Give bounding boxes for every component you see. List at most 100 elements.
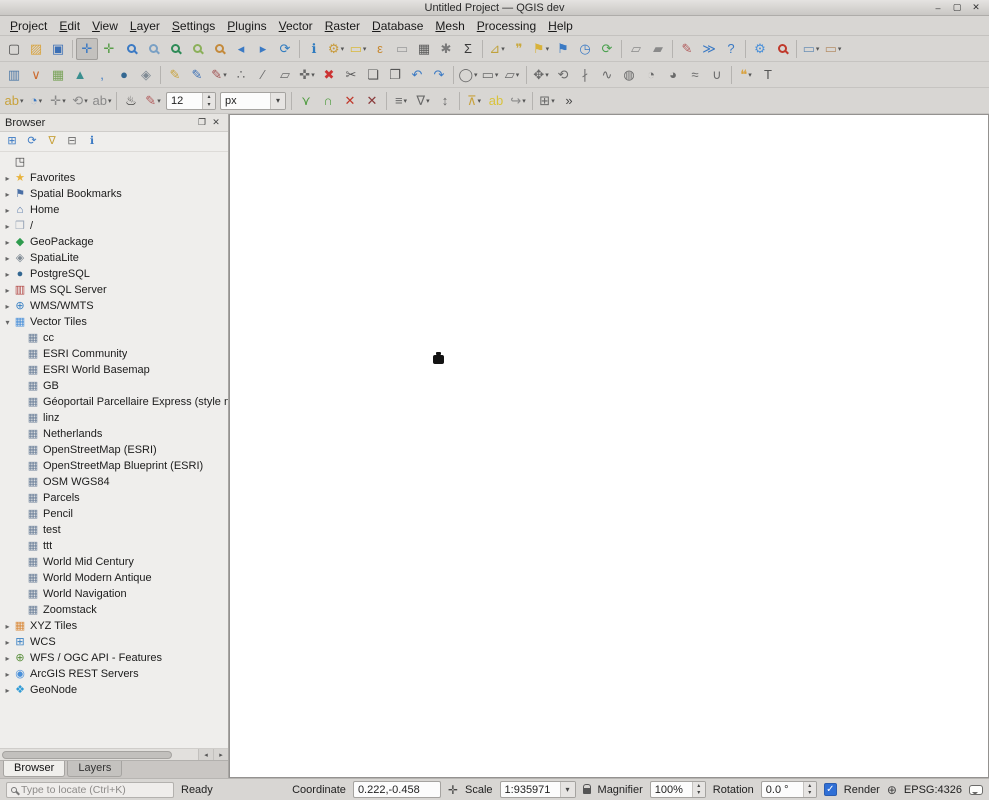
tree-item-vt-test[interactable]: ▦test xyxy=(0,522,228,538)
select-by-location-button[interactable]: ▭▾ xyxy=(800,38,822,60)
coordinate-label[interactable]: Coordinate xyxy=(292,784,346,796)
expand-arrow-icon[interactable]: ▸ xyxy=(2,238,13,247)
pan-to-selection-button[interactable]: ✛ xyxy=(98,38,120,60)
zoom-out-button[interactable] xyxy=(142,38,164,60)
collapse-arrow-icon[interactable]: ▾ xyxy=(2,318,13,327)
highlight-pinned-labels-button[interactable]: ab xyxy=(485,90,507,112)
layer-diagram-button[interactable]: ◔▾ xyxy=(25,90,47,112)
save-project-button[interactable]: ▣ xyxy=(47,38,69,60)
tree-item-home[interactable]: ▸⌂Home xyxy=(0,202,228,218)
delete-selected-button[interactable]: ✖ xyxy=(318,64,340,86)
add-spatialite-layer-button[interactable]: ◈ xyxy=(135,64,157,86)
vertex-tool-button[interactable]: ✜▾ xyxy=(296,64,318,86)
tab-browser[interactable]: Browser xyxy=(3,761,65,777)
move-feature-button[interactable]: ✥▾ xyxy=(530,64,552,86)
scroll-left-button[interactable]: ◂ xyxy=(198,749,213,760)
measure-button[interactable]: ⊿▾ xyxy=(486,38,508,60)
select-by-value-button[interactable]: ▭▾ xyxy=(822,38,844,60)
expand-arrow-icon[interactable]: ▸ xyxy=(2,206,13,215)
scale-combo[interactable]: 1:935971 ▾ xyxy=(500,781,576,798)
field-calculator-button[interactable]: ✱ xyxy=(435,38,457,60)
tree-item-root-folder[interactable]: ▸❒/ xyxy=(0,218,228,234)
add-delimited-text-layer-button[interactable]: , xyxy=(91,64,113,86)
layer-order-button[interactable]: ↕ xyxy=(434,90,456,112)
expand-arrow-icon[interactable]: ▸ xyxy=(2,286,13,295)
messages-icon[interactable] xyxy=(969,785,983,795)
zoom-to-selection-button[interactable] xyxy=(186,38,208,60)
circle-tool-button[interactable]: ◯▾ xyxy=(457,64,479,86)
tree-item-vt-world-mid-century[interactable]: ▦World Mid Century xyxy=(0,554,228,570)
zoom-next-button[interactable]: ▸ xyxy=(252,38,274,60)
float-panel-button[interactable]: ❐ xyxy=(195,116,209,130)
processing-toolbox-button[interactable]: ⚙ xyxy=(749,38,771,60)
current-edits-button[interactable]: ✎▾ xyxy=(208,64,230,86)
style-manager-button[interactable]: ✎ xyxy=(676,38,698,60)
text-format-button[interactable]: ✎▾ xyxy=(142,90,164,112)
expand-arrow-icon[interactable]: ▸ xyxy=(2,302,13,311)
rotation-spinbox[interactable]: 0.0 ° ▴▾ xyxy=(761,781,817,798)
rotate-label-button[interactable]: ⟲▾ xyxy=(69,90,91,112)
stepper-down-icon[interactable]: ▾ xyxy=(693,790,705,798)
add-vector-layer-button[interactable]: ∨ xyxy=(25,64,47,86)
tree-item-vt-osm-wgs84[interactable]: ▦OSM WGS84 xyxy=(0,474,228,490)
map-theme-button[interactable]: ≡▾ xyxy=(390,90,412,112)
expand-arrow-icon[interactable]: ▸ xyxy=(2,254,13,263)
mouse-position-icon[interactable]: ✛ xyxy=(448,784,458,796)
add-raster-layer-button[interactable]: ▦ xyxy=(47,64,69,86)
tracing-tool-button[interactable]: ⋎ xyxy=(295,90,317,112)
stepper-up-icon[interactable]: ▴ xyxy=(693,782,705,790)
expand-arrow-icon[interactable]: ▸ xyxy=(2,174,13,183)
regular-polygon-tool-button[interactable]: ▱▾ xyxy=(501,64,523,86)
filter-browser-button[interactable]: ∇ xyxy=(43,133,61,151)
new-bookmark-button[interactable]: ⚑▾ xyxy=(530,38,552,60)
tree-item-vt-gb[interactable]: ▦GB xyxy=(0,378,228,394)
annotation-tool-button[interactable]: ❝▾ xyxy=(735,64,757,86)
stepper-up-icon[interactable]: ▴ xyxy=(203,93,215,101)
add-polygon-feature-button[interactable]: ▱ xyxy=(274,64,296,86)
tree-item-spatial-bookmarks[interactable]: ▸⚑Spatial Bookmarks xyxy=(0,186,228,202)
tree-item-vt-openstreetmap-blueprint-esri[interactable]: ▦OpenStreetMap Blueprint (ESRI) xyxy=(0,458,228,474)
python-console-button[interactable]: ≫ xyxy=(698,38,720,60)
add-point-feature-button[interactable]: ∴ xyxy=(230,64,252,86)
reshape-features-button[interactable]: ∿ xyxy=(596,64,618,86)
font-units-combo[interactable]: px▾ xyxy=(220,92,286,110)
pan-map-button[interactable]: ✛ xyxy=(76,38,98,60)
expand-arrow-icon[interactable]: ▸ xyxy=(2,270,13,279)
rotate-feature-button[interactable]: ⟲ xyxy=(552,64,574,86)
tree-item-wcs[interactable]: ▸⊞WCS xyxy=(0,634,228,650)
tree-item-postgresql[interactable]: ▸●PostgreSQL xyxy=(0,266,228,282)
statistical-summary-button[interactable]: Σ xyxy=(457,38,479,60)
crs-value[interactable]: EPSG:4326 xyxy=(904,784,962,796)
expand-arrow-icon[interactable]: ▸ xyxy=(2,670,13,679)
cut-features-button[interactable]: ✂ xyxy=(340,64,362,86)
menu-database[interactable]: Database xyxy=(366,17,429,35)
refresh-map-button[interactable]: ⟳ xyxy=(274,38,296,60)
filter-legend-button[interactable]: ∇▾ xyxy=(412,90,434,112)
tree-item-vt-ttt[interactable]: ▦ttt xyxy=(0,538,228,554)
tree-item-xyz-tiles[interactable]: ▸▦XYZ Tiles xyxy=(0,618,228,634)
tree-item-vt-world-modern-antique[interactable]: ▦World Modern Antique xyxy=(0,570,228,586)
menu-layer[interactable]: Layer xyxy=(124,17,166,35)
callouts-tool-button[interactable]: ↪▾ xyxy=(507,90,529,112)
maximize-button[interactable]: ▢ xyxy=(949,1,965,14)
menu-plugins[interactable]: Plugins xyxy=(221,17,272,35)
new-project-button[interactable]: ▢ xyxy=(3,38,25,60)
tree-item-vt-netherlands[interactable]: ▦Netherlands xyxy=(0,426,228,442)
map-tips-button[interactable]: ❞ xyxy=(508,38,530,60)
h-scrollbar[interactable]: ◂▸ xyxy=(0,748,228,760)
tab-layers[interactable]: Layers xyxy=(67,761,122,777)
zoom-full-button[interactable] xyxy=(164,38,186,60)
table-options-button[interactable]: ⊞▾ xyxy=(536,90,558,112)
clear-tool-button[interactable]: ✕ xyxy=(339,90,361,112)
stepper-up-icon[interactable]: ▴ xyxy=(804,782,816,790)
add-part-button[interactable]: ◔ xyxy=(640,64,662,86)
h-scroll-thumb[interactable] xyxy=(2,751,172,759)
tree-item-vt-zoomstack[interactable]: ▦Zoomstack xyxy=(0,602,228,618)
menu-edit[interactable]: Edit xyxy=(53,17,86,35)
rectangle-tool-button[interactable]: ▭▾ xyxy=(479,64,501,86)
save-layer-edits-button[interactable]: ✎ xyxy=(186,64,208,86)
tree-item-vt-geoportail[interactable]: ▦Géoportail Parcellaire Express (style n… xyxy=(0,394,228,410)
split-features-button[interactable]: ∤ xyxy=(574,64,596,86)
locate-search-input[interactable]: Type to locate (Ctrl+K) xyxy=(6,782,174,798)
tree-item-favorites[interactable]: ▸★Favorites xyxy=(0,170,228,186)
